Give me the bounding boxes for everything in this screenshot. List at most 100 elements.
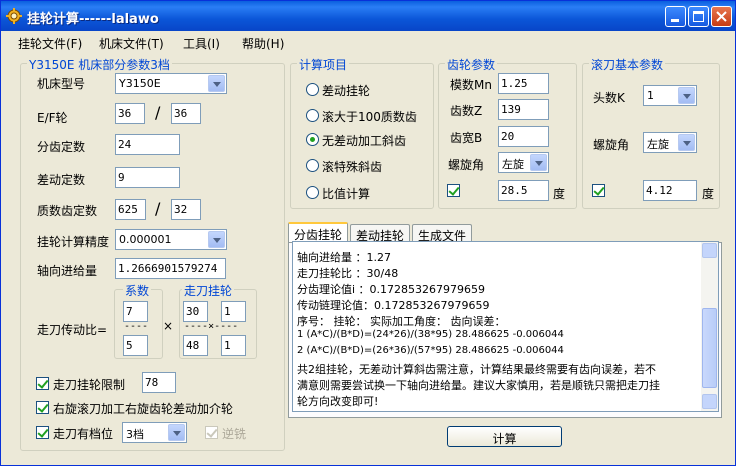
gear-position-select[interactable]: 3档 xyxy=(122,422,187,443)
gear-position-label: 走刀有档位 xyxy=(53,427,114,441)
calc-items-title: 计算项目 xyxy=(297,56,350,73)
hob-starts-value: 1 xyxy=(647,89,654,102)
coef-bottom-input[interactable]: 5 xyxy=(123,335,148,356)
climb-milling-checkbox[interactable] xyxy=(205,426,218,439)
hob-d-input[interactable]: 1 xyxy=(221,335,246,356)
tab-indexing-gears[interactable]: 分齿挂轮 xyxy=(288,222,349,243)
maximize-button[interactable] xyxy=(688,6,709,27)
teeth-input[interactable]: 139 xyxy=(498,99,549,120)
climb-milling-label: 逆铣 xyxy=(222,427,247,441)
close-icon xyxy=(716,11,727,22)
scroll-thumb[interactable] xyxy=(702,308,717,388)
output-line: 共2组挂轮，无差动计算斜齿需注意，计算结果最终需要有齿向误差，若不 xyxy=(297,363,656,376)
chevron-down-icon xyxy=(168,424,185,441)
machine-group-title: Y3150E 机床部分参数3档 xyxy=(27,56,172,73)
main-window: 挂轮计算------lalawo 挂轮文件(F) 机床文件(T) 工具(I) 帮… xyxy=(0,0,736,466)
output-textarea[interactable]: 轴向进给量 ：1.27 走刀挂轮比 ：30/48 分齿理论值i ：0.17285… xyxy=(292,241,719,412)
radio-no-diff-helical[interactable] xyxy=(306,133,319,146)
scroll-up-button[interactable] xyxy=(702,243,717,258)
indexing-const-label: 分齿定数 xyxy=(37,140,86,154)
hob-angle-checkbox[interactable] xyxy=(592,184,605,197)
radio-no-diff-helical-label: 无差动加工斜齿 xyxy=(322,134,407,148)
window-title: 挂轮计算------lalawo xyxy=(27,12,159,27)
scroll-down-button[interactable] xyxy=(702,394,717,409)
gear-angle-input[interactable]: 28.5 xyxy=(498,180,549,201)
precision-value: 0.000001 xyxy=(119,233,172,246)
module-label: 模数Mn xyxy=(450,78,492,92)
prime-const-b-input[interactable]: 32 xyxy=(171,199,201,220)
radio-ratio-calc-label: 比值计算 xyxy=(322,187,371,201)
chevron-down-icon xyxy=(208,231,225,248)
output-line: 传动链理论值：0.172853267979659 xyxy=(297,299,490,312)
hob-limit-input[interactable]: 78 xyxy=(142,372,176,393)
hob-gear-title: 走刀挂轮 xyxy=(182,282,235,299)
hob-b-input[interactable]: 1 xyxy=(221,301,246,322)
prime-slash: / xyxy=(155,199,161,218)
minimize-button[interactable] xyxy=(665,6,686,27)
hob-starts-select[interactable]: 1 xyxy=(643,85,697,106)
coef-fraction-line: ---- xyxy=(124,321,149,332)
output-line: 满意则需要尝试换一下轴向进给量。建议大家慎用，若是顺铣只需把走刀挂 xyxy=(297,379,660,392)
precision-label: 挂轮计算精度 xyxy=(37,235,110,249)
output-line: 走刀挂轮比 ：30/48 xyxy=(297,267,399,280)
coef-top-input[interactable]: 7 xyxy=(123,301,148,322)
calculate-button[interactable]: 计算 xyxy=(447,426,562,447)
prime-const-a-input[interactable]: 625 xyxy=(115,199,146,220)
gear-position-value: 3档 xyxy=(126,428,144,441)
hob-a-input[interactable]: 30 xyxy=(183,301,208,322)
menu-machine-file[interactable]: 机床文件(T) xyxy=(99,35,164,52)
chevron-down-icon xyxy=(530,154,547,171)
title-bar[interactable]: 挂轮计算------lalawo xyxy=(1,1,735,31)
radio-special-helical[interactable] xyxy=(306,159,319,172)
radio-large-prime-label: 滚大于100质数齿 xyxy=(322,110,417,124)
gear-helix-label: 螺旋角 xyxy=(448,158,485,172)
machine-model-value: Y3150E xyxy=(119,77,161,90)
hob-helix-label: 螺旋角 xyxy=(593,138,630,152)
gear-position-checkbox[interactable] xyxy=(36,426,49,439)
rh-idler-label: 右旋滚刀加工右旋齿轮差动加介轮 xyxy=(53,402,234,416)
module-input[interactable]: 1.25 xyxy=(498,73,549,94)
menu-gear-file[interactable]: 挂轮文件(F) xyxy=(18,35,82,52)
hob-starts-label: 头数K xyxy=(593,91,625,105)
hob-limit-checkbox[interactable] xyxy=(36,377,49,390)
e-wheel-input[interactable]: 36 xyxy=(115,103,145,124)
close-button[interactable] xyxy=(711,6,732,27)
radio-large-prime[interactable] xyxy=(306,109,319,122)
diff-const-label: 差动定数 xyxy=(37,173,86,187)
gear-helix-select[interactable]: 左旋 xyxy=(498,152,549,173)
gear-helix-value: 左旋 xyxy=(502,158,524,171)
chevron-down-icon xyxy=(678,87,695,104)
teeth-label: 齿数Z xyxy=(450,104,483,118)
menu-tools[interactable]: 工具(I) xyxy=(183,35,220,52)
minimize-icon xyxy=(671,19,679,22)
gear-angle-checkbox[interactable] xyxy=(447,184,460,197)
menu-bar: 挂轮文件(F) 机床文件(T) 工具(I) 帮助(H) xyxy=(1,31,735,53)
output-line: 1 (A*C)/(B*D)=(24*26)/(38*95) 28.486625 … xyxy=(297,329,564,340)
hob-helix-value: 左旋 xyxy=(647,138,669,151)
ef-wheel-label: E/F轮 xyxy=(37,111,68,125)
radio-ratio-calc[interactable] xyxy=(306,186,319,199)
f-wheel-input[interactable]: 36 xyxy=(171,103,201,124)
hob-angle-input[interactable]: 4.12 xyxy=(643,180,697,201)
gear-params-title: 齿轮参数 xyxy=(445,56,498,73)
maximize-icon xyxy=(693,11,704,22)
hob-ratio-label: 走刀传动比= xyxy=(37,323,108,337)
diff-const-input[interactable]: 9 xyxy=(115,167,180,188)
axial-feed-input[interactable]: 1.2666901579274 xyxy=(115,258,226,279)
face-width-input[interactable]: 20 xyxy=(498,126,549,147)
output-scrollbar[interactable] xyxy=(701,242,718,411)
menu-help[interactable]: 帮助(H) xyxy=(242,35,284,52)
precision-select[interactable]: 0.000001 xyxy=(115,229,227,250)
radio-differential[interactable] xyxy=(306,83,319,96)
ef-slash: / xyxy=(155,103,161,122)
hob-helix-select[interactable]: 左旋 xyxy=(643,132,697,153)
rh-idler-checkbox[interactable] xyxy=(36,401,49,414)
machine-model-select[interactable]: Y3150E xyxy=(115,73,227,94)
indexing-const-input[interactable]: 24 xyxy=(115,134,180,155)
hob-c-input[interactable]: 48 xyxy=(183,335,208,356)
output-line: 序号： 挂轮： 实际加工角度： 齿向误差： xyxy=(297,315,506,328)
output-line: 轴向进给量 ：1.27 xyxy=(297,251,391,264)
output-line: 轮方向改变即可! xyxy=(297,395,379,408)
hob-params-title: 滚刀基本参数 xyxy=(589,56,666,73)
hob-fraction-line: ----×---- xyxy=(184,321,239,332)
